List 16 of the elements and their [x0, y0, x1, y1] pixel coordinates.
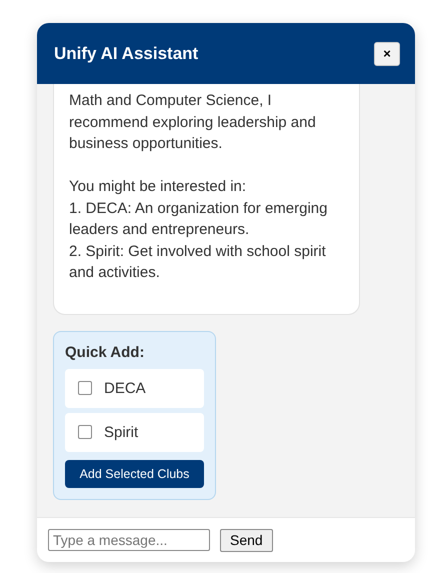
checkbox[interactable]	[78, 425, 92, 439]
panel-title: Quick Add:	[65, 344, 146, 360]
checkbox[interactable]	[78, 381, 92, 395]
window-title: Unify AI Assistant	[54, 44, 198, 64]
message-input[interactable]: Type a message...	[48, 529, 210, 551]
send-button[interactable]: Send	[220, 528, 273, 552]
message-text: Math and Computer Science, I recommend exploring leadership and business opportunities.	[69, 91, 317, 154]
message-text: 2. Spirit: Get involved with school spirit and activities.	[69, 242, 327, 283]
club-option[interactable]: Spirit	[65, 412, 204, 452]
message-text: You might be interested in:	[69, 177, 248, 197]
close-button[interactable]: ×	[374, 42, 400, 66]
add-selected-button[interactable]: Add Selected Clubs	[65, 460, 204, 488]
message-text: 1. DECA: An organization for emerging leaders and entrepreneurs.	[69, 198, 328, 240]
club-label: Spirit	[104, 424, 138, 440]
club-label: DECA	[104, 380, 146, 396]
club-option[interactable]: DECA	[65, 368, 204, 408]
